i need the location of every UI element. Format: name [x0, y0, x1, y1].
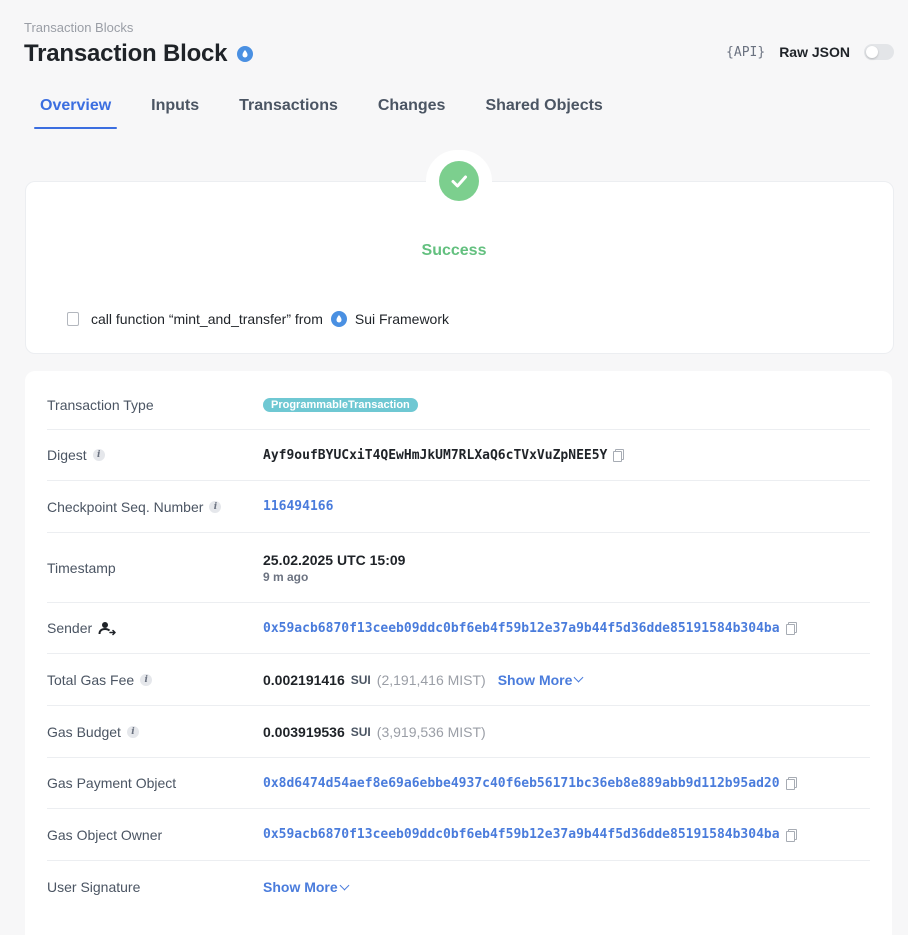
tab-bar: Overview Inputs Transactions Changes Sha…	[34, 94, 637, 129]
row-checkpoint: Checkpoint Seq. Number i 116494166	[47, 481, 870, 533]
info-icon[interactable]: i	[92, 449, 105, 461]
sui-drop-icon	[237, 46, 254, 62]
row-total-gas-fee: Total Gas Fee i 0.002191416 SUI (2,191,41…	[47, 654, 870, 706]
page: Transaction Blocks Transaction Block {AP…	[0, 0, 908, 935]
tab-inputs[interactable]: Inputs	[145, 94, 205, 129]
total-gas-fee-mist: (2,191,416 MIST)	[376, 671, 486, 688]
sender-address-link[interactable]: 0x59acb6870f13ceeb09ddc0bf6eb4f59b12e37a…	[263, 621, 780, 636]
sui-framework-icon	[330, 311, 347, 327]
transaction-type-label: Transaction Type	[47, 397, 154, 413]
copy-icon[interactable]	[613, 449, 625, 462]
gas-budget-value: 0.003919536	[263, 723, 345, 740]
raw-json-label: Raw JSON	[779, 44, 850, 60]
chevron-down-icon	[339, 880, 350, 890]
title-row: Transaction Block	[24, 40, 254, 68]
copy-icon[interactable]	[785, 622, 797, 635]
info-icon[interactable]: i	[126, 725, 139, 738]
row-user-signature: User Signature Show More	[47, 861, 870, 913]
digest-value: Ayf9oufBYUCxiT4QEwHmJkUM7RLXaQ6cTVxVuZpN…	[263, 447, 608, 463]
signature-show-more-button[interactable]: Show More	[263, 879, 350, 895]
gas-payment-object-link[interactable]: 0x8d6474d54aef8e69a6ebbe4937c40f6eb56171…	[263, 776, 780, 791]
row-gas-object-owner: Gas Object Owner 0x59acb6870f13ceeb09ddc…	[47, 809, 870, 861]
page-title: Transaction Block	[24, 40, 228, 67]
call-summary: call function “mint_and_transfer” from S…	[67, 311, 449, 327]
copy-icon[interactable]	[785, 777, 797, 790]
total-gas-fee-label: Total Gas Fee i	[47, 672, 263, 688]
total-gas-fee-value: 0.002191416	[263, 671, 345, 688]
copy-icon[interactable]	[785, 828, 797, 842]
breadcrumb[interactable]: Transaction Blocks	[24, 20, 133, 35]
document-icon	[67, 312, 79, 326]
row-timestamp: Timestamp 25.02.2025 UTC 15:09 9 m ago	[47, 533, 870, 603]
row-digest: Digest i Ayf9oufBYUCxiT4QEwHmJkUM7RLXaQ6c…	[47, 430, 870, 481]
tab-changes[interactable]: Changes	[372, 94, 452, 129]
row-transaction-type: Transaction Type ProgrammableTransaction	[47, 381, 870, 430]
user-signature-label: User Signature	[47, 879, 141, 895]
tab-shared-objects[interactable]: Shared Objects	[479, 94, 608, 129]
sender-label: Sender	[47, 620, 263, 636]
status-label: Success	[421, 242, 487, 259]
api-link[interactable]: {API}	[726, 45, 765, 60]
timestamp-label: Timestamp	[47, 559, 116, 576]
sui-unit: SUI	[350, 724, 371, 739]
framework-link[interactable]: Sui Framework	[355, 311, 449, 327]
timestamp-value: 25.02.2025 UTC 15:09	[263, 551, 406, 568]
timestamp-relative: 9 m ago	[263, 569, 309, 584]
gas-payment-object-label: Gas Payment Object	[47, 775, 177, 791]
call-text: call function “mint_and_transfer” from	[91, 311, 323, 327]
digest-label: Digest i	[47, 447, 263, 463]
checkpoint-link[interactable]: 116494166	[263, 499, 333, 514]
chevron-down-icon	[573, 672, 584, 683]
raw-json-toggle[interactable]	[864, 44, 894, 60]
gas-budget-mist: (3,919,536 MIST)	[376, 723, 486, 740]
tab-transactions[interactable]: Transactions	[233, 94, 344, 129]
tab-overview[interactable]: Overview	[34, 94, 118, 129]
row-gas-budget: Gas Budget i 0.003919536 SUI (3,919,536 M…	[47, 706, 870, 758]
success-check-icon	[439, 161, 479, 201]
info-icon[interactable]: i	[209, 500, 222, 513]
row-sender: Sender 0x59acb6870f13ceeb09ddc0bf6eb4f59…	[47, 603, 870, 654]
gas-object-owner-label: Gas Object Owner	[47, 826, 163, 843]
header-actions: {API} Raw JSON	[726, 44, 894, 60]
sui-unit: SUI	[350, 672, 371, 687]
gas-fee-show-more-button[interactable]: Show More	[498, 672, 584, 688]
row-gas-payment-object: Gas Payment Object 0x8d6474d54aef8e69a6e…	[47, 758, 870, 809]
user-send-icon	[98, 622, 117, 636]
gas-budget-label: Gas Budget i	[47, 724, 263, 740]
info-icon[interactable]: i	[140, 673, 153, 686]
transaction-type-pill: ProgrammableTransaction	[263, 398, 418, 412]
gas-object-owner-link[interactable]: 0x59acb6870f13ceeb09ddc0bf6eb4f59b12e37a…	[263, 827, 780, 842]
details-panel: Transaction Type ProgrammableTransaction…	[25, 371, 892, 935]
checkpoint-label: Checkpoint Seq. Number i	[47, 499, 263, 515]
